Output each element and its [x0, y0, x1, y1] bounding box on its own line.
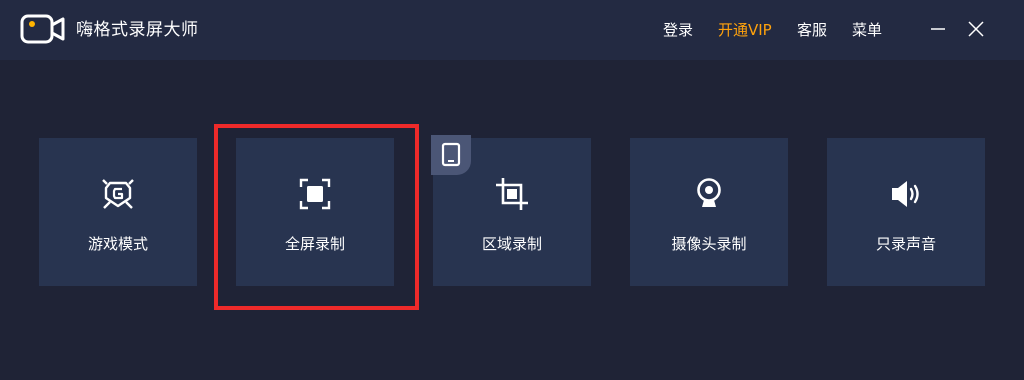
close-icon[interactable]: [965, 18, 987, 40]
tablet-icon: [441, 142, 461, 167]
minimize-icon[interactable]: [927, 18, 949, 40]
webcam-record-card[interactable]: 摄像头录制: [630, 138, 788, 286]
fullscreen-record-label: 全屏录制: [284, 235, 345, 253]
webcam-icon: [697, 178, 721, 207]
game-mode-label: 游戏模式: [87, 235, 148, 253]
customer-service-link[interactable]: 客服: [797, 20, 827, 40]
title-bar: 嗨格式录屏大师 登录 开通VIP 客服 菜单: [0, 0, 1024, 60]
audio-only-label: 只录声音: [875, 235, 936, 253]
fullscreen-record-card[interactable]: 全屏录制: [236, 138, 394, 286]
region-record-label: 区域录制: [481, 235, 542, 253]
audio-only-card[interactable]: 只录声音: [827, 138, 985, 286]
crop-icon: [496, 178, 528, 210]
fullscreen-icon: [299, 178, 331, 210]
game-mode-card[interactable]: 游戏模式: [39, 138, 197, 286]
camera-logo-icon: [20, 14, 65, 44]
menu-link[interactable]: 菜单: [852, 20, 882, 40]
webcam-record-label: 摄像头录制: [671, 235, 747, 253]
login-link[interactable]: 登录: [663, 20, 693, 40]
vip-link[interactable]: 开通VIP: [718, 20, 772, 40]
speaker-icon: [892, 181, 919, 207]
app-title: 嗨格式录屏大师: [76, 20, 199, 40]
gamepad-shield-icon: [102, 179, 134, 209]
tablet-badge: [431, 135, 471, 175]
